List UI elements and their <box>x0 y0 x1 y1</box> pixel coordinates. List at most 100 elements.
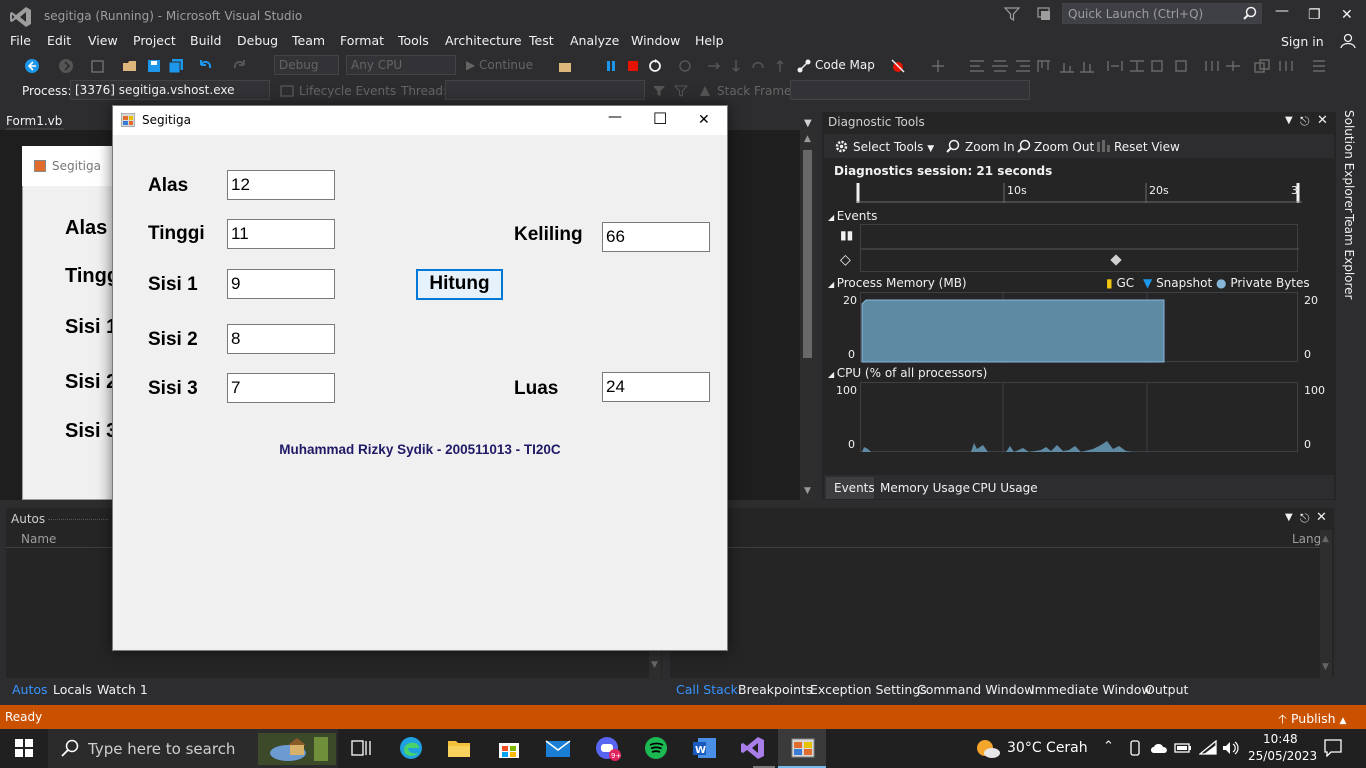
microsoft-store-icon[interactable] <box>497 737 521 759</box>
restore-button[interactable]: ❐ <box>1308 7 1321 23</box>
form-minimize-button[interactable]: — <box>608 109 622 125</box>
filter-icon[interactable] <box>1004 6 1020 22</box>
tab-call-stack[interactable]: Call Stack <box>676 682 738 697</box>
menu-window[interactable]: Window <box>631 33 680 48</box>
continue-button[interactable]: ▶ Continue <box>466 58 533 72</box>
code-map-icon[interactable] <box>796 58 812 74</box>
quick-launch-input[interactable]: Quick Launch (Ctrl+Q) <box>1062 3 1262 24</box>
new-project-icon[interactable] <box>90 58 106 74</box>
forward-icon[interactable] <box>58 58 74 74</box>
menu-test[interactable]: Test <box>529 33 554 48</box>
sisi1-input[interactable]: 9 <box>227 269 335 299</box>
restart-icon[interactable] <box>647 58 663 74</box>
step-out-icon[interactable] <box>772 58 788 74</box>
menu-team[interactable]: Team <box>292 33 325 48</box>
menu-format[interactable]: Format <box>340 33 384 48</box>
clock-date[interactable]: 25/05/2023 <box>1248 749 1317 763</box>
reset-view-icon[interactable] <box>1096 139 1110 153</box>
form-maximize-button[interactable]: ☐ <box>653 109 667 128</box>
profile-icon[interactable] <box>1340 33 1356 49</box>
tinggi-input[interactable]: 11 <box>227 219 335 249</box>
zoom-out-button[interactable]: Zoom Out <box>1034 140 1094 154</box>
step-back-icon[interactable] <box>750 58 766 74</box>
word-icon[interactable]: W <box>692 736 718 760</box>
designer-label-sisi1[interactable]: Sisi 1 <box>65 316 117 339</box>
volume-icon[interactable] <box>1222 741 1240 755</box>
thread-filter-icon[interactable] <box>674 84 688 98</box>
gear-icon[interactable] <box>834 139 849 154</box>
code-map-button[interactable]: Code Map <box>815 58 875 72</box>
luas-output[interactable]: 24 <box>602 372 710 402</box>
process-select[interactable]: [3376] segitiga.vshost.exe <box>70 80 270 100</box>
notification-center-icon[interactable] <box>1324 739 1342 757</box>
form-close-button[interactable]: ✕ <box>698 112 710 128</box>
breakpoint-toggle-icon[interactable] <box>890 58 906 74</box>
menu-tools[interactable]: Tools <box>398 33 429 48</box>
hitung-button[interactable]: Hitung <box>416 269 503 300</box>
publish-button[interactable]: 🡡 Publish ▲ <box>1278 710 1346 731</box>
events-track[interactable] <box>860 224 1299 272</box>
designer-label-sisi3[interactable]: Sisi 3 <box>65 420 117 443</box>
menu-edit[interactable]: Edit <box>47 33 71 48</box>
callstack-close-icon[interactable]: ✕ <box>1316 510 1327 525</box>
callstack-col-lang[interactable]: Lang <box>1292 532 1321 546</box>
designer-label-sisi2[interactable]: Sisi 2 <box>65 371 117 394</box>
tab-exception-settings[interactable]: Exception Settings <box>810 682 927 697</box>
menu-file[interactable]: File <box>10 33 31 48</box>
tab-watch1[interactable]: Watch 1 <box>97 682 148 697</box>
minimize-button[interactable]: — <box>1275 3 1289 19</box>
menu-architecture[interactable]: Architecture <box>445 33 522 48</box>
zoom-in-button[interactable]: Zoom In <box>965 140 1015 154</box>
autos-col-name[interactable]: Name <box>21 532 56 546</box>
tab-output[interactable]: Output <box>1145 682 1188 697</box>
stop-icon[interactable] <box>625 58 641 74</box>
zoom-out-icon[interactable] <box>1017 139 1031 153</box>
close-button[interactable]: ✕ <box>1341 7 1353 23</box>
windows-start-icon[interactable] <box>15 739 33 757</box>
mail-icon[interactable] <box>545 737 571 759</box>
tray-overflow-icon[interactable]: ⌃ <box>1103 739 1114 754</box>
battery-icon[interactable] <box>1174 742 1192 754</box>
notification-icon[interactable] <box>1036 6 1052 22</box>
show-next-statement-icon[interactable] <box>677 58 693 74</box>
tray-device-icon[interactable] <box>1128 740 1142 756</box>
alas-input[interactable]: 12 <box>227 170 335 200</box>
keliling-output[interactable]: 66 <box>602 222 710 252</box>
designer-label-tinggi[interactable]: Tingg <box>65 265 119 288</box>
onedrive-icon[interactable] <box>1150 742 1168 754</box>
tab-events[interactable]: Events <box>834 481 875 495</box>
sisi2-input[interactable]: 8 <box>227 324 335 354</box>
redo-icon[interactable] <box>232 58 248 74</box>
stack-frame-select[interactable] <box>790 80 1030 100</box>
menu-debug[interactable]: Debug <box>237 33 278 48</box>
menu-view[interactable]: View <box>88 33 118 48</box>
chat-app-icon[interactable]: 9+ <box>594 735 622 761</box>
events-section-header[interactable]: ◢ Events <box>828 209 877 223</box>
segitiga-app-icon[interactable] <box>791 737 815 759</box>
timeline-ruler[interactable] <box>856 180 1302 204</box>
tab-autos[interactable]: Autos <box>12 682 48 697</box>
tab-form1[interactable]: Form1.vb 🔒 <box>6 114 64 142</box>
tab-locals[interactable]: Locals <box>53 682 92 697</box>
open-file-icon[interactable] <box>122 58 138 74</box>
tab-immediate-window[interactable]: Immediate Window <box>1031 682 1152 697</box>
callstack-scrollbar[interactable]: ▲ ▼ <box>1320 530 1332 678</box>
solution-config-select[interactable]: Debug <box>274 55 339 75</box>
tab-overflow-icon[interactable]: ▼ <box>804 118 812 129</box>
visual-studio-taskbar-icon[interactable] <box>741 736 765 760</box>
team-explorer-tab[interactable]: Team Explorer <box>1342 214 1356 300</box>
pause-icon[interactable] <box>603 58 619 74</box>
memory-section-header[interactable]: ◢ Process Memory (MB) <box>828 276 967 290</box>
search-icon[interactable] <box>1243 6 1257 20</box>
tab-breakpoints[interactable]: Breakpoints <box>738 682 812 697</box>
step-into-icon[interactable] <box>728 58 744 74</box>
edge-icon[interactable] <box>399 736 423 760</box>
sisi3-input[interactable]: 7 <box>227 373 335 403</box>
menu-project[interactable]: Project <box>133 33 176 48</box>
thread-select[interactable] <box>445 80 645 100</box>
flag-threads-icon[interactable] <box>652 84 666 98</box>
cpu-section-header[interactable]: ◢ CPU (% of all processors) <box>828 366 987 380</box>
menu-help[interactable]: Help <box>695 33 724 48</box>
lifecycle-events-select[interactable]: Lifecycle Events <box>299 84 396 98</box>
memory-graph[interactable] <box>860 292 1298 363</box>
